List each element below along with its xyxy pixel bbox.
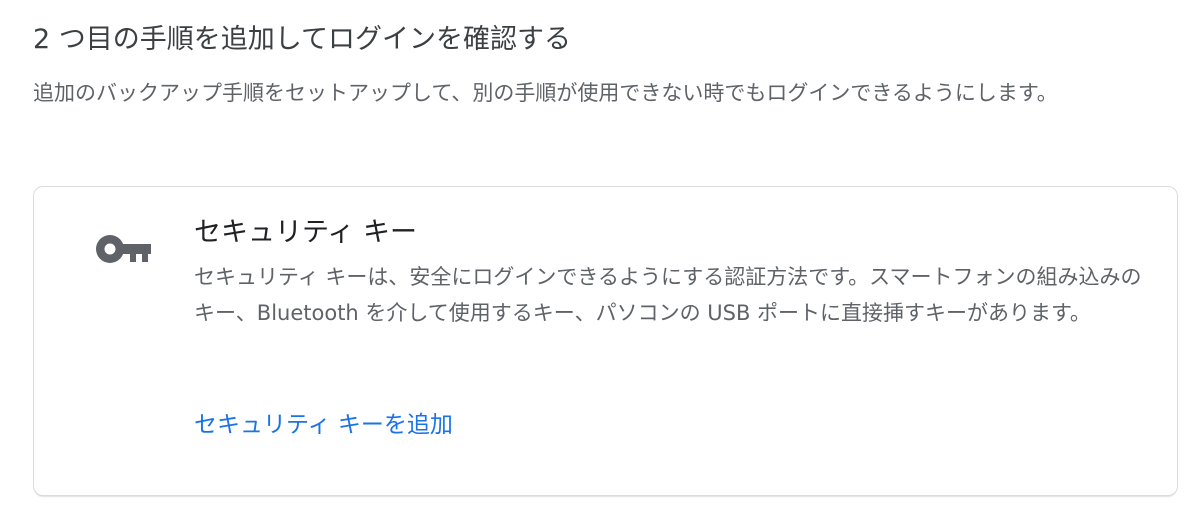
security-key-title: セキュリティ キー [194, 217, 417, 248]
section-description: 追加のバックアップ手順をセットアップして、別の手順が使用できない時でもログインで… [33, 81, 1058, 105]
section-title: 2 つ目の手順を追加してログインを確認する [33, 24, 571, 55]
security-key-description: セキュリティ キーは、安全にログインできるようにする認証方法です。スマートフォン… [194, 265, 1142, 325]
key-icon [92, 231, 152, 267]
security-key-card: セキュリティ キー セキュリティ キーは、安全にログインできるようにする認証方法… [33, 186, 1178, 496]
add-security-key-link[interactable]: セキュリティ キーを追加 [194, 407, 453, 443]
